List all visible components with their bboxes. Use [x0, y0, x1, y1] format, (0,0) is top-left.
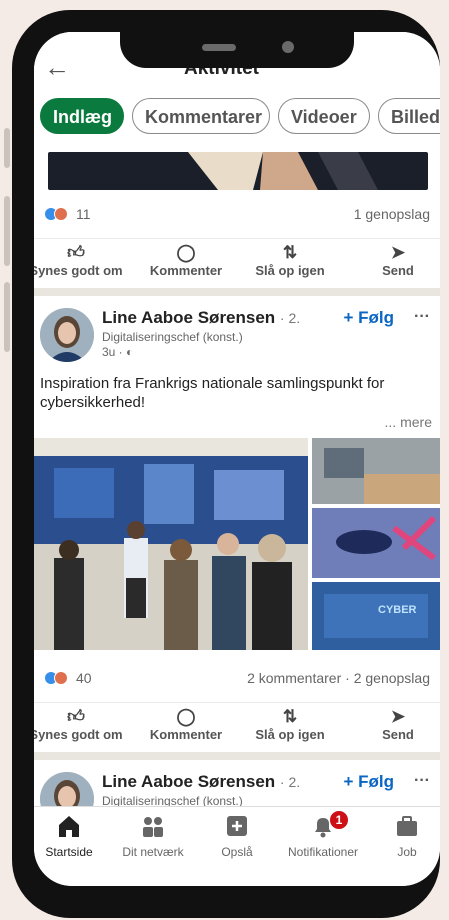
comment-button[interactable]: ◯ Kommenter: [136, 707, 236, 742]
connection-degree: · 2.: [279, 310, 301, 326]
dot-separator: ·: [345, 670, 354, 686]
send-icon: ➤: [390, 243, 406, 262]
photo-caption: CYBER: [378, 604, 417, 616]
phone-side-button: [4, 196, 10, 266]
author-name-text: Line Aaboe Sørensen: [102, 772, 276, 791]
reaction-summary[interactable]: 11: [44, 206, 91, 222]
send-button[interactable]: ➤ Send: [348, 243, 440, 278]
plus-square-icon: [227, 816, 247, 836]
post-actions: 👍︎ Synes godt om ◯ Kommenter ⇅ Slå op ig…: [34, 702, 440, 751]
thumbs-up-icon: 👍︎: [67, 707, 85, 726]
app-screen: ← Aktivitet Indlæg Kommentarer Videoer B…: [34, 32, 440, 886]
reaction-summary[interactable]: 40: [44, 670, 92, 686]
comment-icon: ◯: [176, 243, 196, 262]
post-time: 3u · ◐: [102, 345, 133, 359]
chip-images[interactable]: Billed: [378, 98, 440, 134]
post-photos[interactable]: CYBER: [34, 438, 440, 650]
phone-notch: [120, 22, 354, 68]
filter-chips: Indlæg Kommentarer Videoer Billed: [34, 98, 440, 140]
author-headline: Digitaliseringschef (konst.): [102, 330, 243, 344]
thumbs-up-icon: 👍︎: [67, 243, 85, 262]
comment-label: Kommenter: [149, 263, 223, 278]
repost-label: Slå op igen: [255, 727, 325, 742]
chip-comments[interactable]: Kommentarer: [132, 98, 270, 134]
nav-post-label: Opslå: [221, 845, 253, 859]
more-options-icon[interactable]: ···: [414, 772, 430, 790]
back-arrow-icon[interactable]: ←: [44, 52, 70, 83]
previous-post-image[interactable]: [48, 152, 428, 190]
comment-icon: ◯: [176, 707, 196, 726]
reaction-count: 40: [76, 670, 92, 686]
comment-button[interactable]: ◯ Kommenter: [136, 243, 236, 278]
repost-count[interactable]: 2 genopslag: [354, 670, 430, 686]
post-header: Line Aaboe Sørensen · 2. Digitaliserings…: [40, 308, 434, 370]
briefcase-icon: [397, 816, 417, 836]
nav-network[interactable]: Dit netværk: [108, 813, 198, 859]
follow-button[interactable]: + Følg: [343, 772, 394, 792]
people-icon: [143, 817, 163, 837]
author-name-text: Line Aaboe Sørensen: [102, 308, 276, 327]
repost-icon: ⇅: [282, 707, 298, 726]
repost-button[interactable]: ⇅ Slå op igen: [240, 243, 340, 278]
love-reaction-icon: [54, 671, 68, 685]
avatar[interactable]: [40, 308, 94, 362]
like-button[interactable]: 👍︎ Synes godt om: [34, 707, 126, 742]
comment-label: Kommenter: [149, 727, 223, 742]
author-name[interactable]: Line Aaboe Sørensen · 2.: [102, 308, 300, 328]
send-label: Send: [382, 727, 414, 742]
bottom-navigation: Startside Dit netværk Opslå 1 Notifikati…: [34, 806, 440, 886]
nav-jobs-label: Job: [397, 845, 417, 859]
like-button[interactable]: 👍︎ Synes godt om: [34, 243, 126, 278]
like-label: Synes godt om: [34, 727, 123, 742]
love-reaction-icon: [54, 207, 68, 221]
repost-icon: ⇅: [282, 243, 298, 262]
connection-degree: · 2.: [279, 774, 301, 790]
more-options-icon[interactable]: ···: [414, 308, 430, 326]
post-time-text: 3u ·: [102, 345, 123, 359]
repost-count[interactable]: 1 genopslag: [354, 206, 430, 222]
author-name[interactable]: Line Aaboe Sørensen · 2.: [102, 772, 300, 792]
nav-home[interactable]: Startside: [34, 813, 114, 859]
speaker: [202, 44, 236, 51]
globe-icon: ◐: [126, 345, 134, 359]
notification-badge: 1: [330, 811, 348, 829]
post-actions: 👍︎ Synes godt om ◯ Kommenter ⇅ Slå op ig…: [34, 238, 440, 287]
follow-button[interactable]: + Følg: [343, 308, 394, 328]
divider: [34, 752, 440, 760]
chip-posts[interactable]: Indlæg: [40, 98, 124, 134]
send-label: Send: [382, 263, 414, 278]
nav-notifications[interactable]: 1 Notifikationer: [278, 811, 368, 859]
nav-network-label: Dit netværk: [122, 845, 184, 859]
repost-label: Slå op igen: [255, 263, 325, 278]
nav-home-label: Startside: [45, 845, 93, 859]
send-icon: ➤: [390, 707, 406, 726]
chip-videos[interactable]: Videoer: [278, 98, 370, 134]
nav-jobs[interactable]: Job: [362, 813, 440, 859]
see-more-link[interactable]: ... mere: [385, 414, 432, 430]
repost-button[interactable]: ⇅ Slå op igen: [240, 707, 340, 742]
camera: [282, 41, 294, 53]
post-text: Inspiration fra Frankrigs nationale saml…: [40, 375, 385, 411]
like-label: Synes godt om: [34, 263, 123, 278]
home-icon: [59, 816, 79, 837]
send-button[interactable]: ➤ Send: [348, 707, 440, 742]
reaction-count: 11: [76, 206, 91, 222]
nav-notifications-label: Notifikationer: [287, 845, 359, 859]
phone-side-button: [4, 128, 10, 168]
phone-side-button: [4, 282, 10, 352]
divider: [34, 288, 440, 296]
nav-post[interactable]: Opslå: [192, 813, 282, 859]
comment-count[interactable]: 2 kommentarer: [247, 670, 341, 686]
comments-reposts[interactable]: 2 kommentarer · 2 genopslag: [247, 670, 430, 686]
